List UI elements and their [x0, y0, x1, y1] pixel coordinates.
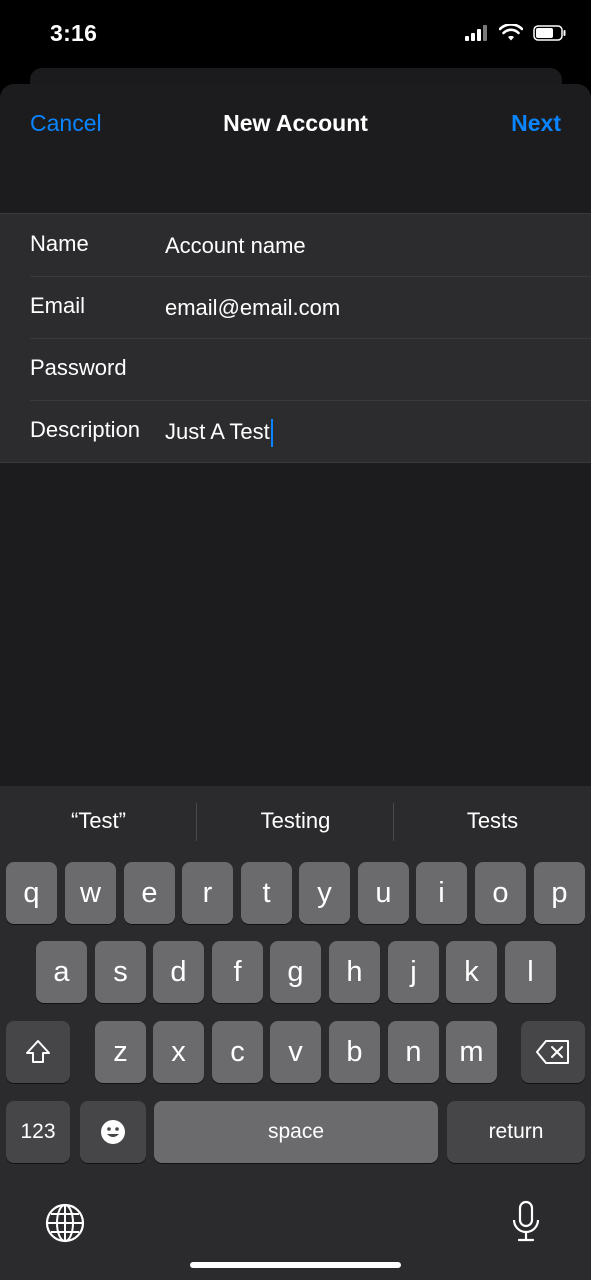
key-k[interactable]: k: [446, 941, 497, 1003]
home-indicator: [190, 1262, 401, 1268]
key-a[interactable]: a: [36, 941, 87, 1003]
text-cursor: [270, 419, 273, 448]
key-p[interactable]: p: [534, 862, 585, 924]
key-n[interactable]: n: [388, 1021, 439, 1083]
key-o[interactable]: o: [475, 862, 526, 924]
backspace-icon: [536, 1040, 569, 1064]
suggestion-1[interactable]: “Test”: [0, 808, 197, 834]
email-label: Email: [30, 293, 86, 318]
key-r[interactable]: r: [182, 862, 233, 924]
keyboard: “Test” Testing Tests q w e r t y u i o p…: [0, 786, 591, 1280]
key-i[interactable]: i: [416, 862, 467, 924]
delete-key[interactable]: [521, 1021, 585, 1083]
battery-icon: [533, 25, 566, 41]
key-m[interactable]: m: [446, 1021, 497, 1083]
emoji-icon: [101, 1120, 125, 1144]
space-key[interactable]: space: [154, 1101, 438, 1163]
key-g[interactable]: g: [270, 941, 321, 1003]
emoji-key[interactable]: [80, 1101, 146, 1163]
microphone-icon[interactable]: [509, 1200, 543, 1244]
status-time: 3:16: [50, 20, 98, 46]
next-button[interactable]: Next: [511, 110, 561, 137]
numbers-key[interactable]: 123: [6, 1101, 70, 1163]
cellular-signal-icon: [465, 25, 487, 41]
password-label: Password: [30, 355, 127, 380]
key-q[interactable]: q: [6, 862, 57, 924]
description-row[interactable]: Description Just A Test: [0, 400, 591, 462]
suggestion-3[interactable]: Tests: [394, 808, 591, 834]
key-b[interactable]: b: [329, 1021, 380, 1083]
key-e[interactable]: e: [124, 862, 175, 924]
name-field[interactable]: Account name: [165, 233, 306, 259]
key-y[interactable]: y: [299, 862, 350, 924]
key-u[interactable]: u: [358, 862, 409, 924]
name-label: Name: [30, 231, 89, 256]
email-row[interactable]: Email email@email.com: [0, 276, 591, 338]
password-row[interactable]: Password: [0, 338, 591, 400]
description-field[interactable]: Just A Test: [165, 419, 273, 448]
navigation-bar: Cancel New Account Next: [0, 84, 591, 164]
globe-icon[interactable]: [44, 1202, 86, 1244]
email-field[interactable]: email@email.com: [165, 295, 340, 321]
key-w[interactable]: w: [65, 862, 116, 924]
key-c[interactable]: c: [212, 1021, 263, 1083]
key-j[interactable]: j: [388, 941, 439, 1003]
key-f[interactable]: f: [212, 941, 263, 1003]
page-title: New Account: [223, 110, 368, 136]
key-x[interactable]: x: [153, 1021, 204, 1083]
wifi-icon: [499, 24, 523, 41]
status-bar: 3:16: [0, 0, 591, 70]
key-d[interactable]: d: [153, 941, 204, 1003]
key-l[interactable]: l: [505, 941, 556, 1003]
shift-icon: [26, 1040, 50, 1063]
key-v[interactable]: v: [270, 1021, 321, 1083]
status-icons: [465, 24, 567, 42]
key-h[interactable]: h: [329, 941, 380, 1003]
key-t[interactable]: t: [241, 862, 292, 924]
suggestion-2[interactable]: Testing: [197, 808, 394, 834]
key-s[interactable]: s: [95, 941, 146, 1003]
suggestion-bar: “Test” Testing Tests: [0, 786, 591, 858]
description-value: Just A Test: [165, 419, 270, 444]
key-z[interactable]: z: [95, 1021, 146, 1083]
name-row[interactable]: Name Account name: [0, 214, 591, 276]
shift-key[interactable]: [6, 1021, 70, 1083]
account-form: Name Account name Email email@email.com …: [0, 213, 591, 463]
description-label: Description: [30, 417, 141, 442]
return-key[interactable]: return: [447, 1101, 585, 1163]
